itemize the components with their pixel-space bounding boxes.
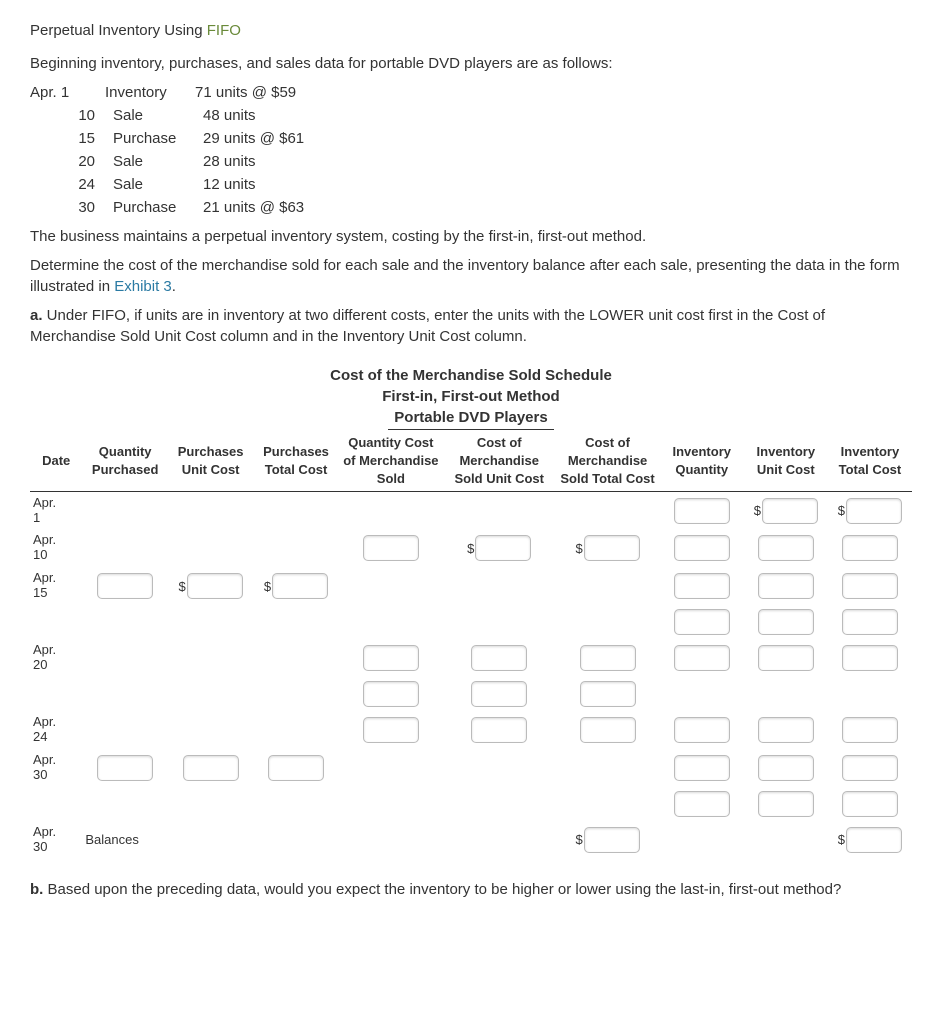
cogs-qty-apr10[interactable]: [363, 535, 419, 561]
fifo-table: Date Quantity Purchased Purchases Unit C…: [30, 432, 912, 859]
pur-uc-apr15[interactable]: [187, 573, 243, 599]
inv-uc-apr15a[interactable]: [758, 573, 814, 599]
inv-tc-apr15a[interactable]: [842, 573, 898, 599]
inv-uc-apr30b[interactable]: [758, 791, 814, 817]
inv-uc-apr15b[interactable]: [758, 609, 814, 635]
row-apr24: Apr.24: [30, 711, 912, 749]
inv-qty-apr30a[interactable]: [674, 755, 730, 781]
inv-uc-apr24[interactable]: [758, 717, 814, 743]
cogs-tc-apr20a[interactable]: [580, 645, 636, 671]
cogs-uc-apr20b[interactable]: [471, 681, 527, 707]
bal-inv-total[interactable]: [846, 827, 902, 853]
cogs-qty-apr20b[interactable]: [363, 681, 419, 707]
cogs-uc-apr24[interactable]: [471, 717, 527, 743]
inv-qty-apr30b[interactable]: [674, 791, 730, 817]
exhibit-link[interactable]: Exhibit 3: [114, 278, 172, 295]
part-b: b. Based upon the preceding data, would …: [30, 879, 912, 900]
row-apr1: Apr.1 $ $: [30, 491, 912, 529]
page-title: Perpetual Inventory Using FIFO: [30, 20, 912, 41]
pur-qty-apr30[interactable]: [97, 755, 153, 781]
part-a: a. Under FIFO, if units are in inventory…: [30, 305, 912, 347]
row-apr15b: [30, 605, 912, 639]
inv-tc-apr24[interactable]: [842, 717, 898, 743]
inv-tc-apr20[interactable]: [842, 645, 898, 671]
row-balances: Apr.30 Balances $ $: [30, 821, 912, 859]
pur-tc-apr15[interactable]: [272, 573, 328, 599]
cogs-uc-apr20a[interactable]: [471, 645, 527, 671]
row-apr20a: Apr.20: [30, 639, 912, 677]
inv-qty-apr15a[interactable]: [674, 573, 730, 599]
cogs-qty-apr20a[interactable]: [363, 645, 419, 671]
schedule-heading: Cost of the Merchandise Sold Schedule Fi…: [30, 365, 912, 430]
inv-tc-apr15b[interactable]: [842, 609, 898, 635]
row-apr30b: [30, 787, 912, 821]
inv-qty-apr24[interactable]: [674, 717, 730, 743]
pur-uc-apr30[interactable]: [183, 755, 239, 781]
row-apr20b: [30, 677, 912, 711]
pur-qty-apr15[interactable]: [97, 573, 153, 599]
inv-qty-apr20[interactable]: [674, 645, 730, 671]
cogs-qty-apr24[interactable]: [363, 717, 419, 743]
inv-tc-apr30a[interactable]: [842, 755, 898, 781]
bal-cogs-total[interactable]: [584, 827, 640, 853]
inv-tc-apr30b[interactable]: [842, 791, 898, 817]
inv-qty-apr10[interactable]: [674, 535, 730, 561]
cogs-tc-apr10[interactable]: [584, 535, 640, 561]
inv-uc-apr20[interactable]: [758, 645, 814, 671]
inv-uc-apr30a[interactable]: [758, 755, 814, 781]
inv-uc-apr10[interactable]: [758, 535, 814, 561]
cogs-tc-apr20b[interactable]: [580, 681, 636, 707]
inv-tc-apr10[interactable]: [842, 535, 898, 561]
pur-tc-apr30[interactable]: [268, 755, 324, 781]
inv-tc-apr1[interactable]: [846, 498, 902, 524]
row-apr15: Apr.15 $ $: [30, 567, 912, 605]
cogs-uc-apr10[interactable]: [475, 535, 531, 561]
transaction-list: Apr. 1Inventory71 units @ $59 10Sale48 u…: [30, 82, 912, 218]
row-apr10: Apr.10 $ $: [30, 529, 912, 567]
row-apr30a: Apr.30: [30, 749, 912, 787]
intro-text: Beginning inventory, purchases, and sale…: [30, 53, 912, 74]
inv-uc-apr1[interactable]: [762, 498, 818, 524]
inv-qty-apr15b[interactable]: [674, 609, 730, 635]
para-perpetual: The business maintains a perpetual inven…: [30, 226, 912, 247]
cogs-tc-apr24[interactable]: [580, 717, 636, 743]
para-determine: Determine the cost of the merchandise so…: [30, 255, 912, 297]
inv-qty-apr1[interactable]: [674, 498, 730, 524]
